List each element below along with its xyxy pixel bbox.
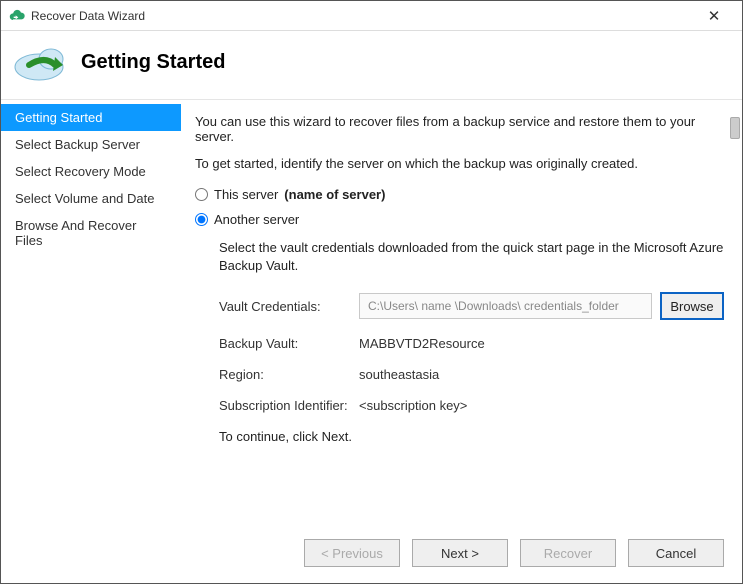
next-button[interactable]: Next > [412, 539, 508, 567]
content-pane: You can use this wizard to recover files… [181, 100, 742, 583]
titlebar: Recover Data Wizard ✕ [1, 1, 742, 31]
backup-vault-row: Backup Vault: MABBVTD2Resource [219, 336, 724, 351]
backup-vault-value: MABBVTD2Resource [359, 336, 724, 351]
vault-hint: Select the vault credentials downloaded … [219, 239, 724, 274]
identify-text: To get started, identify the server on w… [195, 156, 724, 171]
region-label: Region: [219, 367, 359, 382]
vault-cred-input[interactable] [359, 293, 652, 319]
radio-this-server-label: This server [214, 187, 278, 202]
app-cloud-icon [9, 8, 25, 24]
subscription-value: <subscription key> [359, 398, 724, 413]
sidebar-item-0[interactable]: Getting Started [1, 104, 181, 131]
subscription-row: Subscription Identifier: <subscription k… [219, 398, 724, 413]
cancel-button[interactable]: Cancel [628, 539, 724, 567]
radio-another-server[interactable]: Another server [195, 212, 724, 227]
another-server-block: Select the vault credentials downloaded … [219, 239, 724, 444]
radio-this-server-input[interactable] [195, 188, 208, 201]
scrollbar-thumb[interactable] [730, 117, 740, 139]
region-value: southeastasia [359, 367, 724, 382]
sidebar-item-1[interactable]: Select Backup Server [1, 131, 181, 158]
body: Getting StartedSelect Backup ServerSelec… [1, 99, 742, 583]
browse-button[interactable]: Browse [660, 292, 724, 320]
vault-cred-label: Vault Credentials: [219, 299, 359, 314]
footer-buttons: < Previous Next > Recover Cancel [304, 539, 724, 567]
previous-button: < Previous [304, 539, 400, 567]
backup-vault-label: Backup Vault: [219, 336, 359, 351]
continue-hint: To continue, click Next. [219, 429, 724, 444]
region-row: Region: southeastasia [219, 367, 724, 382]
header: Getting Started [1, 31, 742, 99]
sidebar: Getting StartedSelect Backup ServerSelec… [1, 100, 181, 583]
radio-another-server-input[interactable] [195, 213, 208, 226]
subscription-label: Subscription Identifier: [219, 398, 359, 413]
intro-text: You can use this wizard to recover files… [195, 114, 724, 144]
wizard-window: Recover Data Wizard ✕ Getting Started Ge… [0, 0, 743, 584]
radio-this-server[interactable]: This server (name of server) [195, 187, 724, 202]
sidebar-item-2[interactable]: Select Recovery Mode [1, 158, 181, 185]
radio-another-server-label: Another server [214, 212, 299, 227]
sidebar-item-3[interactable]: Select Volume and Date [1, 185, 181, 212]
page-title: Getting Started [81, 51, 225, 74]
header-cloud-icon [11, 37, 71, 87]
recover-button: Recover [520, 539, 616, 567]
sidebar-item-4[interactable]: Browse And Recover Files [1, 212, 181, 254]
window-title: Recover Data Wizard [31, 9, 694, 23]
vault-credentials-row: Vault Credentials: Browse [219, 292, 724, 320]
radio-this-server-extra: (name of server) [284, 187, 385, 202]
close-icon[interactable]: ✕ [694, 7, 734, 25]
